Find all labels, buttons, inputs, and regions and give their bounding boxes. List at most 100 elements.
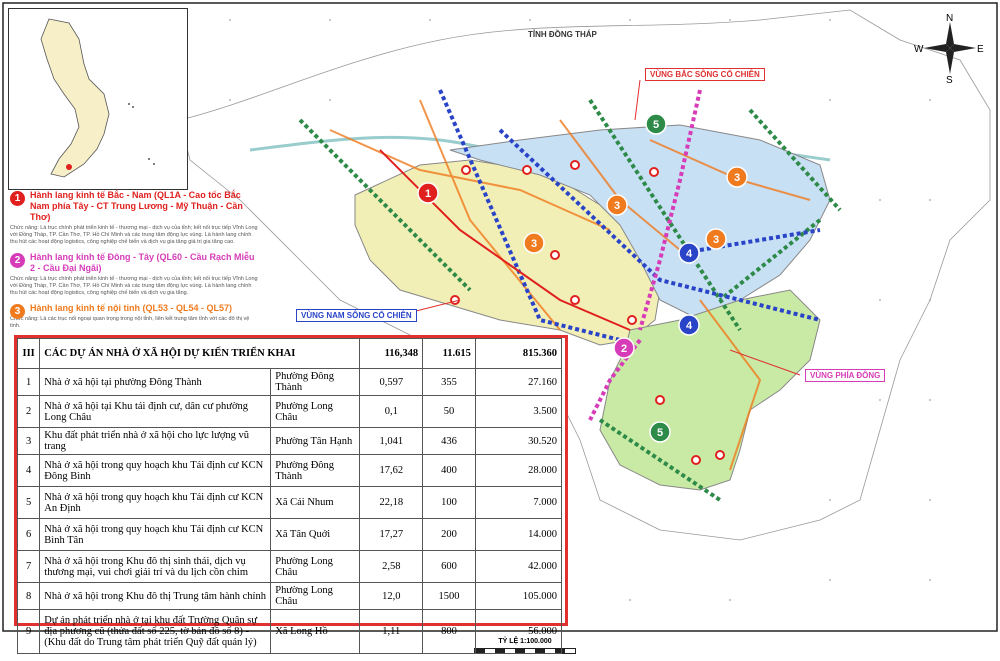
legend-marker-1: 1 xyxy=(10,191,25,206)
row-num: 8 xyxy=(16,582,41,610)
corridor-marker-label: 4 xyxy=(686,320,693,332)
legend-title-2: Hành lang kinh tế Đông - Tây (QL60 - Cầu… xyxy=(30,252,255,273)
table-row: 1 Nhà ở xã hội tại phường Đông Thành Phư… xyxy=(16,368,563,396)
row-num: 7 xyxy=(16,550,41,583)
row-units: 1500 xyxy=(422,582,476,610)
legend-item-1: 1 Hành lang kinh tế Bắc - Nam (QL1A - Ca… xyxy=(8,190,258,246)
row-num: 9 xyxy=(16,609,41,654)
region-label-south: VÙNG NAM SÔNG CỔ CHIÊN xyxy=(296,309,417,322)
table-row: 3 Khu đất phát triển nhà ở xã hội cho lự… xyxy=(16,427,563,455)
header-people: 815.360 xyxy=(474,338,563,369)
row-ward: Phường Long Châu xyxy=(270,395,361,428)
legend-desc-3: Chức năng: Là các trục nối ngoại quan tr… xyxy=(10,316,250,329)
row-ward: Phường Long Châu xyxy=(270,550,361,583)
row-area: 17,62 xyxy=(359,454,424,487)
row-units: 600 xyxy=(422,550,476,583)
compass-w: W xyxy=(914,44,924,55)
row-people: 27.160 xyxy=(474,368,563,396)
row-people: 30.520 xyxy=(474,427,563,455)
row-num: 5 xyxy=(16,486,41,519)
housing-projects-table: III CÁC DỰ ÁN NHÀ Ở XÃ HỘI DỰ KIẾN TRIỂN… xyxy=(14,335,568,654)
header-units: 11.615 xyxy=(422,338,476,369)
header-num: III xyxy=(16,338,41,369)
compass-rose: N S W E xyxy=(914,12,986,86)
row-units: 400 xyxy=(422,454,476,487)
row-name: Nhà ở xã hội trong quy hoạch khu Tái địn… xyxy=(39,486,272,519)
row-people: 28.000 xyxy=(474,454,563,487)
row-num: 4 xyxy=(16,454,41,487)
legend-marker-3: 3 xyxy=(10,304,25,319)
corridor-marker-label: 1 xyxy=(425,188,431,200)
row-area: 22,18 xyxy=(359,486,424,519)
region-label-north: VÙNG BẮC SÔNG CỔ CHIÊN xyxy=(645,68,765,81)
row-ward: Xã Cái Nhum xyxy=(270,486,361,519)
row-ward: Phường Tân Hạnh xyxy=(270,427,361,455)
row-area: 0,597 xyxy=(359,368,424,396)
row-people: 42.000 xyxy=(474,550,563,583)
row-units: 436 xyxy=(422,427,476,455)
corridor-marker-label: 4 xyxy=(686,248,693,260)
row-ward: Phường Đông Thành xyxy=(270,454,361,487)
vietnam-inset-map xyxy=(8,8,188,190)
table-row: 4 Nhà ở xã hội trong quy hoạch khu Tái đ… xyxy=(16,454,563,487)
legend-desc-1: Chức năng: Là trục chính phát triển kinh… xyxy=(10,225,258,245)
province-label: TỈNH ĐỒNG THÁP xyxy=(528,30,597,39)
table-row: 9 Dự án phát triển nhà ở tại khu đất Trư… xyxy=(16,609,563,654)
row-ward: Phường Đông Thành xyxy=(270,368,361,396)
compass-e: E xyxy=(977,44,984,55)
legend-item-2: 2 Hành lang kinh tế Đông - Tây (QL60 - C… xyxy=(8,252,258,297)
row-area: 2,58 xyxy=(359,550,424,583)
table-header-row: III CÁC DỰ ÁN NHÀ Ở XÃ HỘI DỰ KIẾN TRIỂN… xyxy=(16,338,563,369)
row-area: 1,11 xyxy=(359,609,424,654)
corridor-marker-label: 3 xyxy=(734,172,740,184)
table-row: 2 Nhà ở xã hội tại Khu tái định cư, dân … xyxy=(16,395,563,428)
region-label-east: VÙNG PHÍA ĐÔNG xyxy=(805,369,886,382)
row-ward: Xã Tân Quới xyxy=(270,518,361,551)
row-area: 1,041 xyxy=(359,427,424,455)
compass-s: S xyxy=(946,75,953,84)
row-people: 3.500 xyxy=(474,395,563,428)
row-units: 100 xyxy=(422,486,476,519)
legend-desc-2: Chức năng: Là trục chính phát triển kinh… xyxy=(10,276,258,296)
row-area: 12,0 xyxy=(359,582,424,610)
legend-title-1: Hành lang kinh tế Bắc - Nam (QL1A - Cao … xyxy=(30,190,243,222)
row-units: 355 xyxy=(422,368,476,396)
corridor-marker-label: 3 xyxy=(531,238,537,250)
row-ward: Xã Long Hồ xyxy=(270,609,361,654)
table-row: 6 Nhà ở xã hội trong quy hoạch khu Tái đ… xyxy=(16,518,563,551)
corridor-legend: 1 Hành lang kinh tế Bắc - Nam (QL1A - Ca… xyxy=(8,190,258,340)
row-name: Nhà ở xã hội tại phường Đông Thành xyxy=(39,368,272,396)
row-area: 0,1 xyxy=(359,395,424,428)
row-name: Nhà ở xã hội tại Khu tái định cư, dân cư… xyxy=(39,395,272,428)
row-ward: Phường Long Châu xyxy=(270,582,361,610)
legend-item-3: 3 Hành lang kinh tế nội tỉnh (QL53 - QL5… xyxy=(8,303,258,330)
row-units: 200 xyxy=(422,518,476,551)
corridor-marker-label: 2 xyxy=(621,343,627,355)
table-row: 7 Nhà ở xã hội trong Khu đô thị sinh thá… xyxy=(16,550,563,583)
row-name: Nhà ở xã hội trong quy hoạch khu Tái địn… xyxy=(39,454,272,487)
header-title: CÁC DỰ ÁN NHÀ Ở XÃ HỘI DỰ KIẾN TRIỂN KHA… xyxy=(39,338,361,369)
row-people: 7.000 xyxy=(474,486,563,519)
row-num: 6 xyxy=(16,518,41,551)
row-name: Nhà ở xã hội trong Khu đô thị sinh thái,… xyxy=(39,550,272,583)
row-units: 800 xyxy=(422,609,476,654)
row-name: Nhà ở xã hội trong Khu đô thị Trung tâm … xyxy=(39,582,272,610)
corridor-marker-label: 5 xyxy=(657,427,663,439)
row-area: 17,27 xyxy=(359,518,424,551)
row-num: 2 xyxy=(16,395,41,428)
corridor-marker-label: 3 xyxy=(713,234,719,246)
table-row: 5 Nhà ở xã hội trong quy hoạch khu Tái đ… xyxy=(16,486,563,519)
row-num: 1 xyxy=(16,368,41,396)
row-people: 56.000 xyxy=(474,609,563,654)
row-people: 105.000 xyxy=(474,582,563,610)
compass-n: N xyxy=(946,13,953,24)
corridor-marker-label: 3 xyxy=(614,200,620,212)
legend-title-3: Hành lang kinh tế nội tỉnh (QL53 - QL54 … xyxy=(30,303,233,313)
row-people: 14.000 xyxy=(474,518,563,551)
row-units: 50 xyxy=(422,395,476,428)
row-name: Dự án phát triển nhà ở tại khu đất Trườn… xyxy=(39,609,272,654)
row-name: Khu đất phát triển nhà ở xã hội cho lực … xyxy=(39,427,272,455)
row-name: Nhà ở xã hội trong quy hoạch khu Tái địn… xyxy=(39,518,272,551)
corridor-marker-label: 5 xyxy=(653,119,659,131)
legend-marker-2: 2 xyxy=(10,253,25,268)
